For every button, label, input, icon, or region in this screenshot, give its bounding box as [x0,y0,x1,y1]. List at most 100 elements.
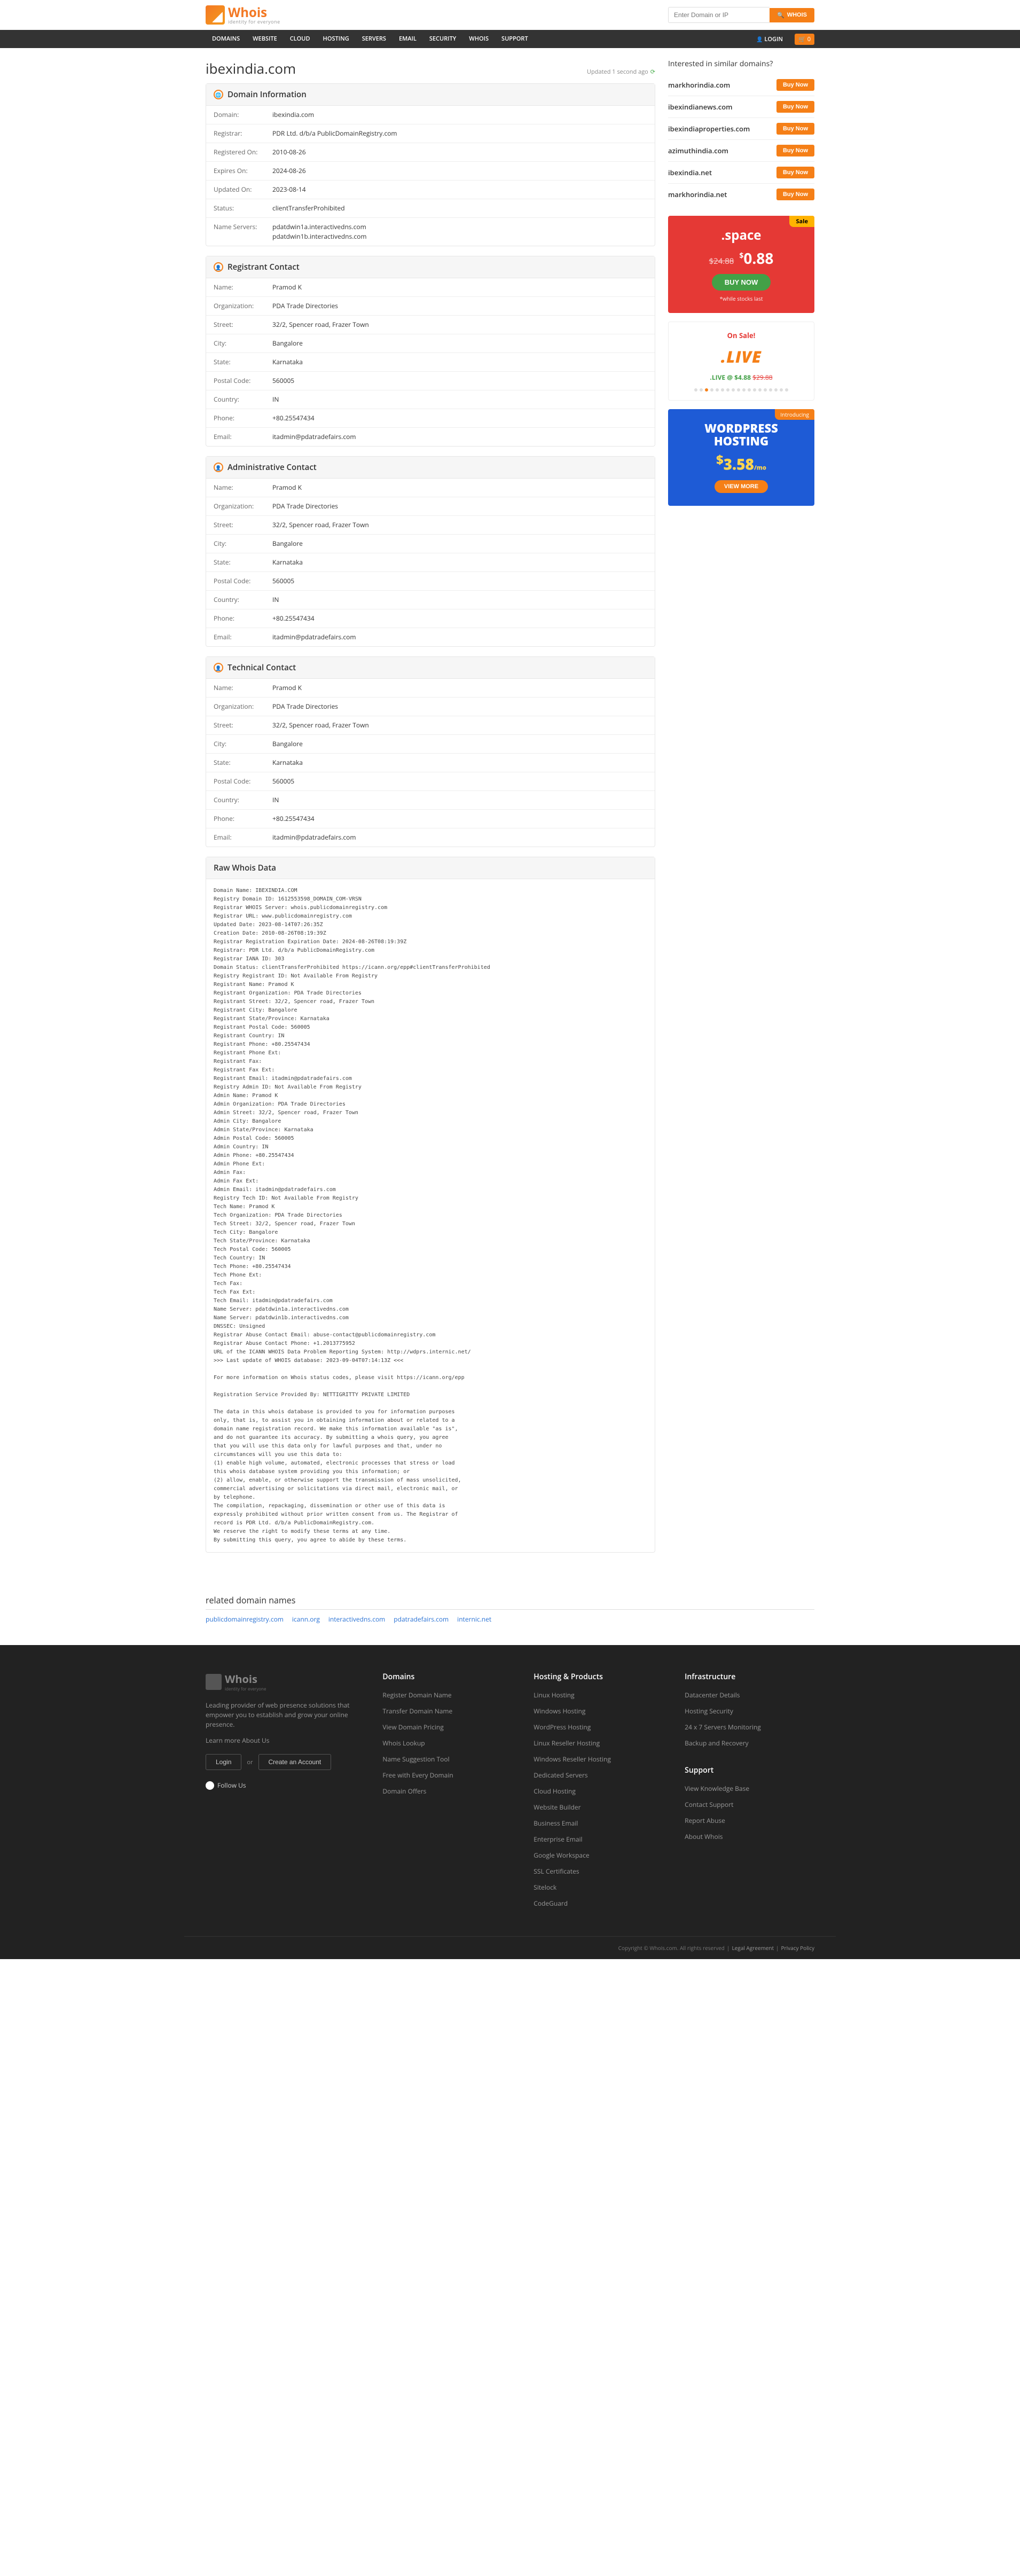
footer-link[interactable]: About Whois [685,1832,814,1842]
info-row: Street:32/2, Spencer road, Frazer Town [206,316,655,334]
footer-link[interactable]: Dedicated Servers [533,1771,663,1780]
info-row: Organization:PDA Trade Directories [206,497,655,516]
sale-badge: Sale [789,216,814,227]
footer-link[interactable]: Cloud Hosting [533,1787,663,1796]
footer-link[interactable]: Enterprise Email [533,1835,663,1844]
nav-item-security[interactable]: SECURITY [423,30,462,48]
carousel-dots[interactable] [674,388,809,392]
related-domain-link[interactable]: icann.org [292,1615,320,1624]
social-icon[interactable] [206,1781,214,1790]
nav-item-website[interactable]: WEBSITE [246,30,284,48]
footer-link[interactable]: Business Email [533,1819,663,1828]
footer-learn-more[interactable]: Learn more About Us [206,1736,361,1745]
info-row: Country:IN [206,591,655,609]
footer-link[interactable]: Sitelock [533,1883,663,1892]
tech-contact-panel: 👤Technical Contact Name:Pramod KOrganiza… [206,656,655,847]
nav-item-support[interactable]: SUPPORT [495,30,535,48]
site-logo[interactable]: Whois identity for everyone [206,5,280,25]
promo-wordpress[interactable]: Introducing WORDPRESSHOSTING $3.58/mo VI… [668,409,814,506]
related-domain-link[interactable]: internic.net [457,1615,491,1624]
nav-item-hosting[interactable]: HOSTING [317,30,356,48]
admin-contact-panel: 👤Administrative Contact Name:Pramod KOrg… [206,456,655,647]
footer-link[interactable]: Google Workspace [533,1851,663,1860]
logo-mark-icon [206,5,225,25]
footer-link[interactable]: Register Domain Name [382,1690,512,1700]
related-domain-link[interactable]: publicdomainregistry.com [206,1615,284,1624]
buy-now-button[interactable]: Buy Now [776,145,814,156]
search-input[interactable] [668,7,770,23]
info-row: Street:32/2, Spencer road, Frazer Town [206,716,655,735]
info-row: Postal Code:560005 [206,572,655,591]
nav-item-servers[interactable]: SERVERS [356,30,393,48]
footer-follow[interactable]: Follow Us [206,1781,361,1790]
nav-login[interactable]: LOGIN [750,30,789,49]
logo-mark-icon [206,1674,222,1690]
footer-link[interactable]: Name Suggestion Tool [382,1755,512,1764]
footer-col-title: Hosting & Products [533,1672,663,1682]
cart-icon: 🛒 [798,35,806,43]
footer-logo: Whoisidentity for everyone [206,1672,361,1692]
footer-link[interactable]: Website Builder [533,1803,663,1812]
buy-now-button[interactable]: Buy Now [776,123,814,135]
footer-link[interactable]: View Domain Pricing [382,1722,512,1732]
nav-item-domains[interactable]: DOMAINS [206,30,246,48]
buy-now-button[interactable]: Buy Now [776,79,814,91]
footer-link[interactable]: Datacenter Details [685,1690,814,1700]
raw-whois-panel: Raw Whois Data Domain Name: IBEXINDIA.CO… [206,857,655,1553]
buy-now-button[interactable]: Buy Now [776,167,814,178]
cart-button[interactable]: 🛒 0 [795,34,814,45]
footer-link[interactable]: Backup and Recovery [685,1739,814,1748]
footer-link[interactable]: Domain Offers [382,1787,512,1796]
info-row: Organization:PDA Trade Directories [206,297,655,316]
info-row: Email:itadmin@pdatradefairs.com [206,828,655,847]
footer-link[interactable]: WordPress Hosting [533,1722,663,1732]
refresh-icon[interactable]: ⟳ [650,68,655,76]
similar-domain-name: ibexindiaproperties.com [668,124,753,134]
buy-now-button[interactable]: Buy Now [776,101,814,113]
footer-link[interactable]: CodeGuard [533,1899,663,1908]
domain-search: 🔍 WHOIS [668,7,814,23]
related-domain-link[interactable]: pdatradefairs.com [394,1615,449,1624]
legal-link[interactable]: Legal Agreement [732,1944,774,1952]
footer-link[interactable]: Free with Every Domain [382,1771,512,1780]
footer-link[interactable]: Report Abuse [685,1816,814,1826]
nav-item-cloud[interactable]: CLOUD [284,30,317,48]
promo-buy-button[interactable]: BUY NOW [712,274,771,291]
info-row: Name:Pramod K [206,479,655,497]
footer-link[interactable]: Windows Hosting [533,1706,663,1716]
footer-link[interactable]: Contact Support [685,1800,814,1810]
promo-space[interactable]: Sale .space $24.88 $0.88 BUY NOW *while … [668,216,814,313]
nav-item-whois[interactable]: WHOIS [462,30,495,48]
person-icon: 👤 [214,463,223,472]
similar-domain-name: ibexindia.net [668,168,715,177]
footer-link[interactable]: Hosting Security [685,1706,814,1716]
info-row: Phone:+80.25547434 [206,810,655,828]
info-row: Postal Code:560005 [206,372,655,390]
copyright-text: Copyright © Whois.com. All rights reserv… [618,1944,725,1952]
info-row: Phone:+80.25547434 [206,409,655,428]
info-row: Name Servers:pdatdwin1a.interactivedns.c… [206,218,655,246]
person-icon: 👤 [214,262,223,272]
footer-link[interactable]: 24 x 7 Servers Monitoring [685,1722,814,1732]
info-row: Name:Pramod K [206,278,655,297]
footer-link[interactable]: Whois Lookup [382,1739,512,1748]
promo-view-more-button[interactable]: VIEW MORE [715,480,768,493]
whois-search-button[interactable]: 🔍 WHOIS [770,8,814,22]
promo-live[interactable]: On Sale! .LIVE .LIVE @ $4.88 $29.88 [668,322,814,401]
footer-login-button[interactable]: Login [206,1754,241,1770]
buy-now-button[interactable]: Buy Now [776,189,814,200]
similar-domain-row: markhorindia.netBuy Now [668,184,814,205]
info-row: Name:Pramod K [206,679,655,698]
footer-link[interactable]: Linux Reseller Hosting [533,1739,663,1748]
info-row: City:Bangalore [206,535,655,553]
footer-link[interactable]: Linux Hosting [533,1690,663,1700]
privacy-link[interactable]: Privacy Policy [781,1944,814,1952]
info-row: Updated On:2023-08-14 [206,181,655,199]
footer-link[interactable]: Transfer Domain Name [382,1706,512,1716]
related-domain-link[interactable]: interactivedns.com [328,1615,385,1624]
footer-link[interactable]: SSL Certificates [533,1867,663,1876]
footer-link[interactable]: View Knowledge Base [685,1784,814,1794]
nav-item-email[interactable]: EMAIL [393,30,423,48]
footer-create-account-button[interactable]: Create an Account [258,1754,332,1770]
footer-link[interactable]: Windows Reseller Hosting [533,1755,663,1764]
